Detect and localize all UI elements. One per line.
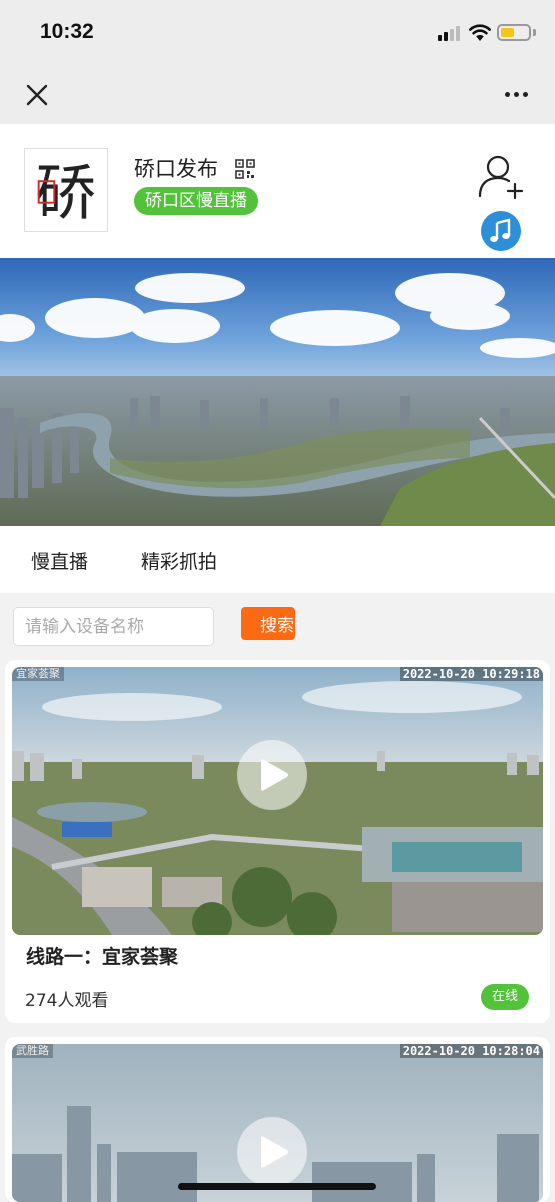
music-note-icon xyxy=(490,218,511,242)
search-button[interactable]: 搜索 xyxy=(241,607,295,640)
close-icon[interactable] xyxy=(22,80,52,110)
play-icon xyxy=(261,1136,288,1168)
home-indicator xyxy=(178,1183,376,1190)
online-status-badge: 在线 xyxy=(481,984,530,1010)
wifi-icon xyxy=(469,24,491,41)
svg-text:硚: 硚 xyxy=(36,158,97,228)
device-search-input[interactable] xyxy=(13,607,214,646)
camera-location-tag: 武胜路 xyxy=(12,1044,53,1058)
status-bar: 10:32 xyxy=(0,0,555,64)
hero-banner-image xyxy=(0,258,555,526)
account-name: 硚口发布 xyxy=(134,157,218,181)
stream-title: 线路一：宜家荟聚 xyxy=(26,946,179,968)
qr-code-icon[interactable] xyxy=(235,159,255,179)
play-icon xyxy=(261,759,288,791)
tab-bar: 慢直播 精彩抓拍 xyxy=(0,526,555,593)
profile-header: 硚 硚口发布 硚口区慢直播 xyxy=(0,124,555,258)
stream-thumbnail[interactable]: 武胜路 2022-10-20 10:28:04 xyxy=(12,1044,543,1202)
camera-location-tag: 宜家荟聚 xyxy=(12,667,64,681)
play-button[interactable] xyxy=(237,740,307,810)
nav-bar xyxy=(0,64,555,124)
account-logo: 硚 xyxy=(24,148,108,232)
add-user-icon[interactable] xyxy=(477,152,525,200)
battery-icon xyxy=(497,24,531,41)
cellular-signal-icon xyxy=(438,25,464,41)
view-count: 274人观看 xyxy=(25,991,109,1011)
music-button[interactable] xyxy=(481,211,521,251)
play-button[interactable] xyxy=(237,1117,307,1187)
tab-slow-live[interactable]: 慢直播 xyxy=(31,547,88,574)
live-channel-badge[interactable]: 硚口区慢直播 xyxy=(134,187,258,215)
stream-card[interactable]: 武胜路 2022-10-20 10:28:04 xyxy=(5,1037,550,1202)
tab-highlights[interactable]: 精彩抓拍 xyxy=(141,547,217,574)
status-time: 10:32 xyxy=(40,20,94,43)
stream-card[interactable]: 宜家荟聚 2022-10-20 10:29:18 线路一：宜家荟聚 274人观看… xyxy=(5,660,550,1023)
camera-timestamp: 2022-10-20 10:28:04 xyxy=(399,1044,543,1058)
stream-thumbnail[interactable]: 宜家荟聚 2022-10-20 10:29:18 xyxy=(12,667,543,935)
more-icon[interactable] xyxy=(500,84,534,104)
camera-timestamp: 2022-10-20 10:29:18 xyxy=(399,667,543,681)
